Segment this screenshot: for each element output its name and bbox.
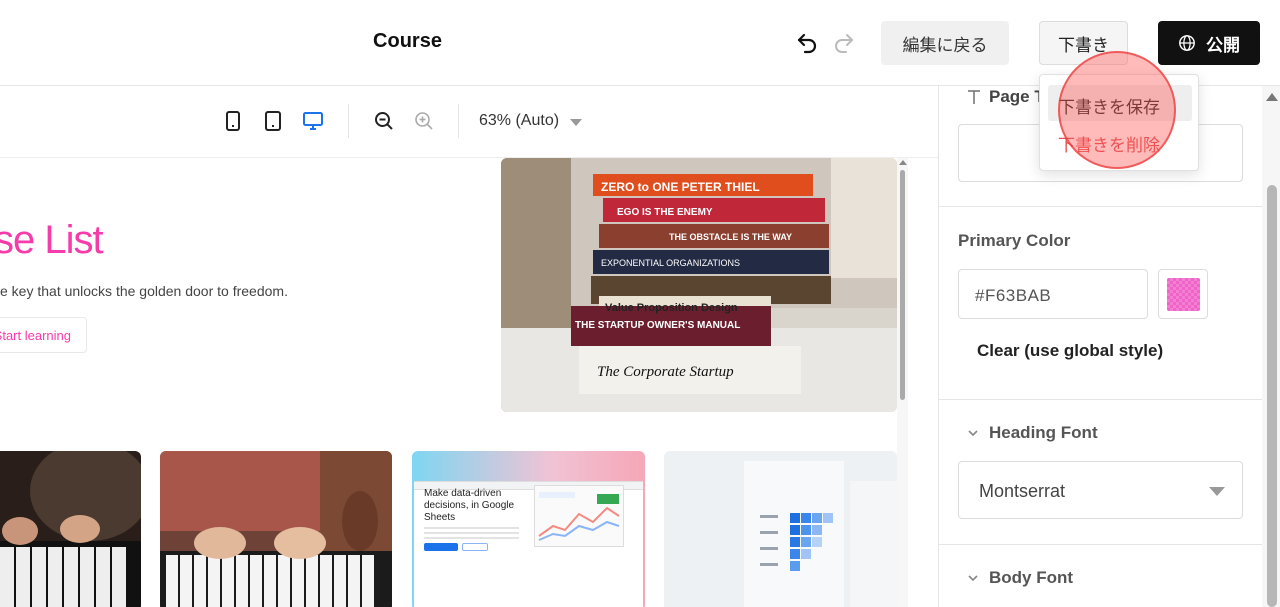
sheets-card-cta	[424, 543, 458, 551]
book-spine-title: ZERO to ONE PETER THIEL	[601, 180, 760, 194]
draft-label: 下書き	[1058, 35, 1109, 55]
publish-button[interactable]: 公開	[1158, 21, 1260, 65]
course-card-google-sheets[interactable]: Make data-driven decisions, in Google Sh…	[412, 451, 645, 607]
hero-title: se List	[0, 218, 104, 262]
scroll-up-arrow-icon[interactable]	[1266, 93, 1278, 101]
primary-color-picker[interactable]	[1158, 269, 1208, 319]
chevron-down-icon[interactable]	[967, 427, 979, 439]
books-stack-image: ZERO to ONE PETER THIEL EGO IS THE ENEMY…	[501, 158, 897, 412]
redo-icon[interactable]	[832, 30, 856, 54]
section-divider	[938, 206, 1263, 207]
start-learning-label: Start learning	[0, 327, 71, 343]
page-title-label: Page T	[989, 87, 1045, 106]
course-card-piano-1[interactable]	[0, 451, 141, 607]
hero-text: e key that unlocks the golden door to fr…	[0, 283, 288, 299]
scroll-up-arrow-icon[interactable]	[899, 160, 907, 165]
back-to-edit-label: 編集に戻る	[902, 35, 988, 55]
desktop-icon[interactable]	[302, 110, 324, 132]
heading-font-select[interactable]: Montserrat	[958, 461, 1243, 519]
chevron-down-icon[interactable]	[967, 572, 979, 584]
chevron-down-icon	[1209, 487, 1225, 496]
chevron-down-icon[interactable]	[570, 119, 582, 126]
section-divider	[938, 544, 1263, 545]
sheets-card-subtext	[424, 527, 519, 541]
course-card-piano-2[interactable]	[160, 451, 392, 607]
page-title: Course	[373, 30, 442, 52]
book-spine-title: THE OBSTACLE IS THE WAY	[669, 232, 792, 242]
settings-scrollbar-thumb[interactable]	[1267, 185, 1277, 607]
tablet-icon[interactable]	[262, 110, 284, 132]
click-indicator	[1058, 51, 1176, 169]
zoom-select[interactable]: 63% (Auto)	[479, 112, 559, 130]
course-card-analytics[interactable]	[664, 451, 897, 607]
book-spine-title: EGO IS THE ENEMY	[617, 207, 713, 218]
publish-label: 公開	[1206, 35, 1240, 55]
primary-color-label: Primary Color	[958, 231, 1071, 250]
sheets-card-heading: Make data-driven decisions, in Google Sh…	[424, 488, 515, 523]
book-spine-title: Value Proposition Design	[605, 302, 738, 314]
undo-icon[interactable]	[795, 30, 819, 54]
canvas-scrollbar-thumb[interactable]	[900, 170, 905, 400]
text-icon	[968, 90, 980, 104]
back-to-edit-button[interactable]: 編集に戻る	[881, 21, 1009, 65]
primary-color-input[interactable]: #F63BAB	[958, 269, 1148, 319]
clear-color-button[interactable]: Clear (use global style)	[977, 341, 1163, 361]
book-spine-title: THE STARTUP OWNER'S MANUAL	[575, 320, 740, 331]
preview-toolbar: 63% (Auto)	[0, 86, 938, 158]
phone-icon[interactable]	[222, 110, 244, 132]
section-divider	[938, 399, 1263, 400]
zoom-out-icon[interactable]	[373, 110, 395, 132]
start-learning-button[interactable]: Start learning	[0, 317, 87, 353]
sheets-chart-preview	[534, 485, 624, 547]
heading-font-value: Montserrat	[979, 481, 1066, 501]
toolbar-divider	[348, 104, 349, 138]
heading-font-label[interactable]: Heading Font	[989, 423, 1098, 443]
book-spine-title: The Corporate Startup	[597, 364, 734, 380]
toolbar-divider	[458, 104, 459, 138]
body-font-label[interactable]: Body Font	[989, 568, 1073, 588]
sheets-card-secondary	[462, 543, 488, 551]
book-spine-title: EXPONENTIAL ORGANIZATIONS	[601, 258, 740, 268]
zoom-in-icon[interactable]	[413, 110, 435, 132]
color-swatch	[1167, 278, 1200, 311]
globe-icon	[1179, 35, 1195, 51]
page-preview-canvas[interactable]: se List e key that unlocks the golden do…	[0, 158, 908, 607]
